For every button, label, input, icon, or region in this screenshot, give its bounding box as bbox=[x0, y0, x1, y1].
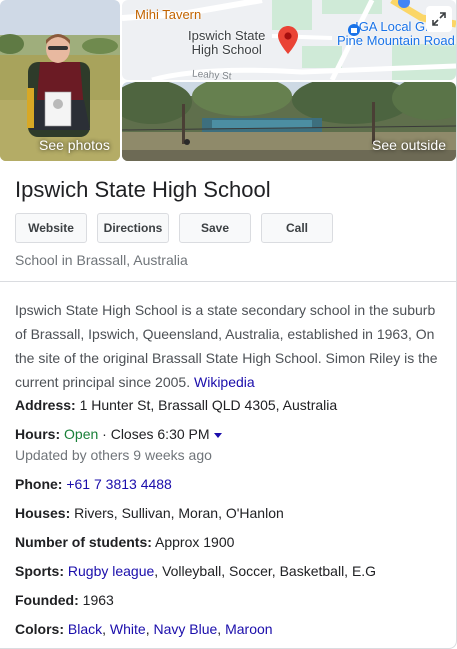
expand-icon bbox=[432, 12, 446, 26]
outside-tile[interactable]: See outside bbox=[122, 82, 456, 161]
store-pin-icon[interactable] bbox=[348, 24, 360, 36]
map-school-line1: Ipswich State bbox=[188, 28, 266, 43]
students-value: Approx 1900 bbox=[155, 534, 235, 550]
map-iga-line2: Pine Mountain Road bbox=[337, 33, 455, 48]
action-buttons: Website Directions Save Call bbox=[15, 213, 333, 243]
see-outside-label: See outside bbox=[372, 137, 446, 153]
see-photos-label: See photos bbox=[39, 137, 110, 153]
colors-row: Colors: Black, White, Navy Blue, Maroon bbox=[15, 619, 273, 639]
phone-row: Phone: +61 7 3813 4488 bbox=[15, 474, 172, 494]
call-button[interactable]: Call bbox=[261, 213, 333, 243]
place-title: Ipswich State High School bbox=[15, 177, 271, 202]
map-tile[interactable]: Mihi Tavern Ipswich State High School IG… bbox=[122, 0, 456, 80]
map-pin-icon[interactable] bbox=[278, 26, 298, 54]
knowledge-panel: See photos Mihi Tavern Ipswich State Hig… bbox=[0, 0, 457, 649]
map-school-line2: High School bbox=[191, 42, 262, 57]
divider bbox=[0, 281, 456, 282]
expand-map-button[interactable] bbox=[426, 6, 452, 32]
wikipedia-link[interactable]: Wikipedia bbox=[194, 374, 255, 390]
phone-link[interactable]: +61 7 3813 4488 bbox=[66, 476, 172, 492]
sports-rest: , Volleyball, Soccer, Basketball, E.G bbox=[154, 563, 377, 579]
hours-updated: Updated by others 9 weeks ago bbox=[15, 447, 212, 463]
founded-row: Founded: 1963 bbox=[15, 590, 114, 610]
address-value[interactable]: 1 Hunter St, Brassall QLD 4305, Australi… bbox=[80, 397, 338, 413]
students-label: Number of students: bbox=[15, 534, 152, 550]
students-row: Number of students: Approx 1900 bbox=[15, 532, 234, 552]
map-label-street: Leahy St bbox=[191, 68, 232, 80]
sports-label: Sports: bbox=[15, 563, 64, 579]
description: Ipswich State High School is a state sec… bbox=[15, 298, 443, 394]
color-link-white[interactable]: White bbox=[110, 621, 146, 637]
hours-status: Open bbox=[64, 426, 99, 442]
founded-label: Founded: bbox=[15, 592, 79, 608]
separator: , bbox=[217, 621, 226, 637]
website-button[interactable]: Website bbox=[15, 213, 87, 243]
houses-value: Rivers, Sullivan, Moran, O'Hanlon bbox=[74, 505, 284, 521]
color-link-maroon[interactable]: Maroon bbox=[225, 621, 272, 637]
sports-row: Sports: Rugby league, Volleyball, Soccer… bbox=[15, 561, 376, 581]
save-button[interactable]: Save bbox=[179, 213, 251, 243]
hours-row: Hours: Open · Closes 6:30 PM bbox=[15, 424, 222, 444]
hours-dropdown-icon[interactable] bbox=[213, 432, 222, 438]
houses-row: Houses: Rivers, Sullivan, Moran, O'Hanlo… bbox=[15, 503, 284, 523]
founded-value: 1963 bbox=[82, 592, 114, 608]
color-link-navy-blue[interactable]: Navy Blue bbox=[153, 621, 217, 637]
map-label-tavern[interactable]: Mihi Tavern bbox=[135, 8, 201, 22]
color-link-black[interactable]: Black bbox=[68, 621, 102, 637]
media-strip: See photos Mihi Tavern Ipswich State Hig… bbox=[0, 0, 457, 162]
hours-closes[interactable]: · Closes 6:30 PM bbox=[102, 426, 209, 442]
colors-label: Colors: bbox=[15, 621, 64, 637]
houses-label: Houses: bbox=[15, 505, 71, 521]
rugby-league-link[interactable]: Rugby league bbox=[68, 563, 154, 579]
directions-button[interactable]: Directions bbox=[97, 213, 169, 243]
map-label-school[interactable]: Ipswich State High School bbox=[188, 29, 265, 57]
photos-tile[interactable]: See photos bbox=[0, 0, 120, 161]
address-row: Address: 1 Hunter St, Brassall QLD 4305,… bbox=[15, 395, 337, 415]
phone-label: Phone: bbox=[15, 476, 63, 492]
place-category: School in Brassall, Australia bbox=[15, 252, 188, 268]
hours-label: Hours: bbox=[15, 426, 61, 442]
separator: , bbox=[102, 621, 110, 637]
address-label: Address: bbox=[15, 397, 76, 413]
